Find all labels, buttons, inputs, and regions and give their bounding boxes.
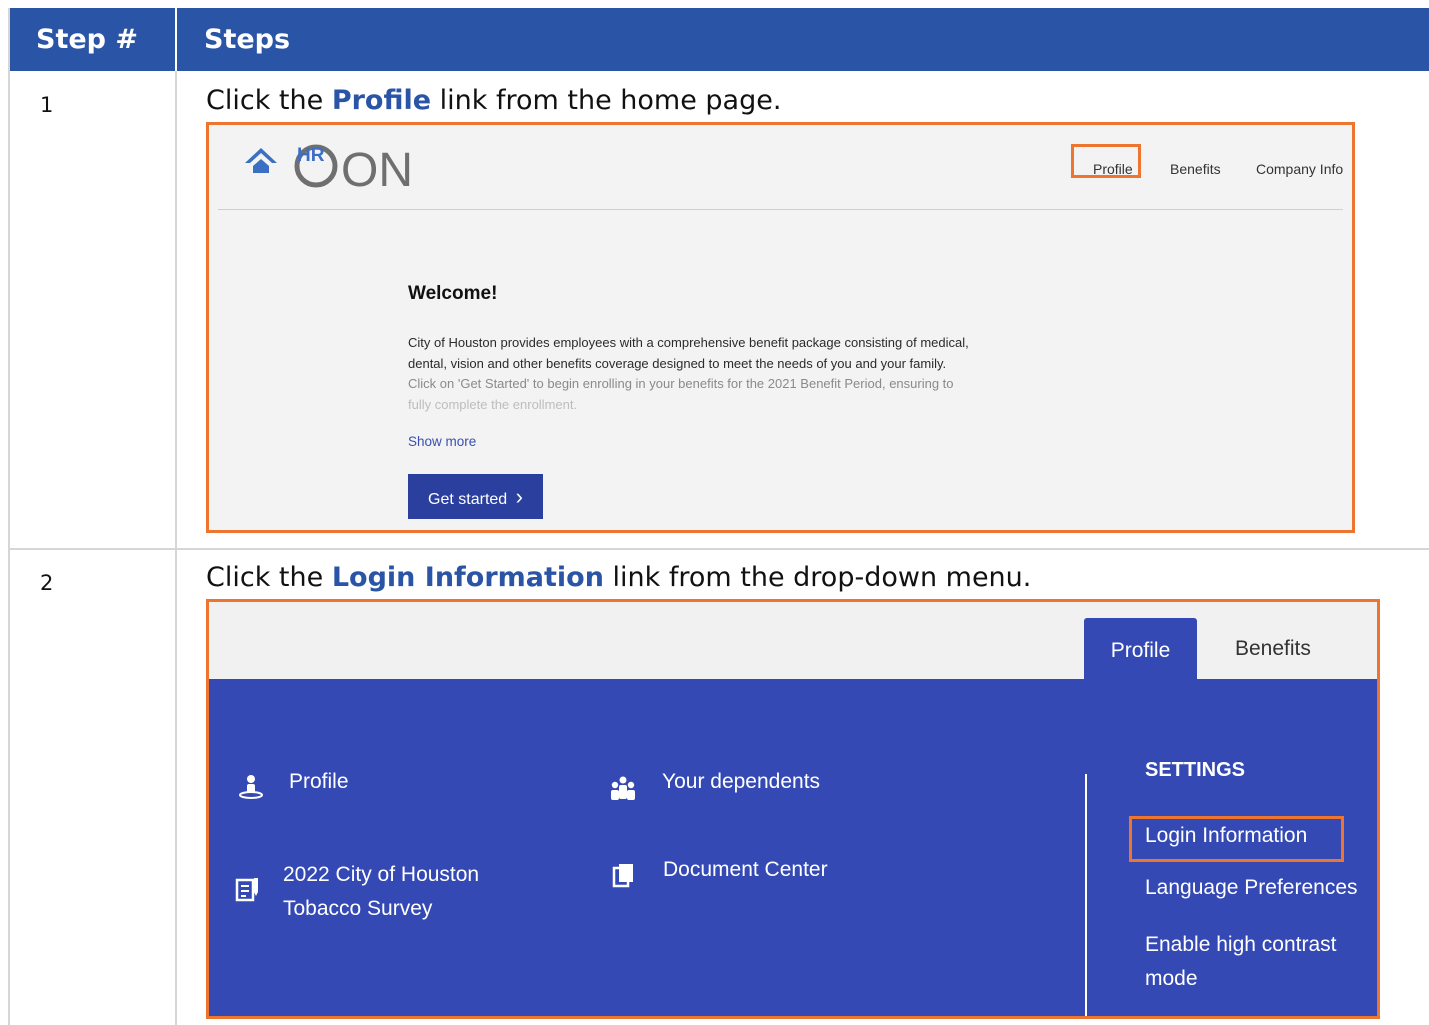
- step-number-2: 2: [40, 571, 54, 595]
- instruction-text: link from the home page.: [431, 85, 782, 116]
- svg-text:ONE: ONE: [341, 144, 411, 195]
- row-divider: [10, 548, 1429, 550]
- step-1-instruction: Click the Profile link from the home pag…: [206, 85, 781, 116]
- paragraph-line: dental, vision and other benefits covera…: [408, 355, 947, 371]
- hr-one-logo: ONE HR: [245, 144, 411, 195]
- menu-item-document-center[interactable]: Document Center: [663, 858, 828, 882]
- header-step-number: Step #: [36, 24, 139, 55]
- nav-divider: [218, 209, 1343, 210]
- paragraph-line: Click on 'Get Started' to begin enrollin…: [408, 376, 954, 391]
- step-number-1: 1: [40, 93, 54, 117]
- show-more-link[interactable]: Show more: [408, 434, 476, 449]
- header-divider: [175, 8, 177, 71]
- tab-profile[interactable]: Profile: [1084, 618, 1197, 679]
- document-icon: [612, 864, 633, 888]
- settings-login-information[interactable]: Login Information: [1145, 824, 1307, 848]
- homepage-screenshot: ONE HR Profile Benefits Company Info Wel…: [206, 122, 1355, 533]
- welcome-paragraph: City of Houston provides employees with …: [408, 333, 1008, 415]
- nav-company-info[interactable]: Company Info: [1256, 161, 1343, 177]
- step-2-instruction: Click the Login Information link from th…: [206, 562, 1031, 593]
- tab-benefits[interactable]: Benefits: [1235, 637, 1311, 661]
- top-nav-bar: [209, 602, 1377, 679]
- survey-label-line: 2022 City of Houston: [283, 863, 480, 886]
- chevron-right-icon: ›: [515, 484, 523, 509]
- steps-table: Step # Steps 1 Click the Profile link fr…: [8, 8, 1429, 1025]
- get-started-label: Get started: [428, 491, 508, 508]
- contrast-label-line: Enable high contrast: [1145, 933, 1337, 956]
- settings-high-contrast[interactable]: Enable high contrast mode: [1145, 928, 1336, 996]
- paragraph-line: fully complete the enrollment.: [408, 396, 578, 412]
- instruction-text: Click the: [206, 85, 332, 116]
- profile-dropdown-panel: Profile Your dependents 2022 City of Hou…: [209, 679, 1377, 1016]
- header-steps: Steps: [204, 24, 291, 55]
- instruction-text: Click the: [206, 562, 332, 593]
- instruction-link: Profile: [331, 85, 432, 116]
- instruction-text: link from the drop-down menu.: [603, 562, 1032, 593]
- settings-heading: SETTINGS: [1145, 759, 1246, 781]
- instruction-link: Login Information: [331, 562, 604, 593]
- survey-icon: [235, 878, 258, 902]
- profile-highlight-box: [1071, 144, 1141, 178]
- group-icon: [611, 776, 635, 800]
- table-header: Step # Steps: [10, 8, 1429, 71]
- get-started-button[interactable]: Get started ›: [408, 474, 543, 519]
- person-icon: [239, 775, 263, 799]
- settings-language-preferences[interactable]: Language Preferences: [1145, 876, 1358, 900]
- contrast-label-line: mode: [1145, 967, 1198, 990]
- menu-item-profile[interactable]: Profile: [289, 770, 349, 794]
- settings-divider: [1085, 774, 1087, 1016]
- svg-text:HR: HR: [297, 145, 325, 166]
- survey-label-line: Tobacco Survey: [283, 897, 433, 920]
- paragraph-line: City of Houston provides employees with …: [408, 335, 969, 350]
- dropdown-menu-screenshot: Profile Benefits Profile Your dependents: [206, 599, 1380, 1019]
- menu-item-dependents[interactable]: Your dependents: [662, 770, 820, 794]
- nav-benefits[interactable]: Benefits: [1170, 161, 1221, 177]
- welcome-heading: Welcome!: [408, 283, 498, 304]
- menu-item-tobacco-survey[interactable]: 2022 City of Houston Tobacco Survey: [283, 858, 479, 926]
